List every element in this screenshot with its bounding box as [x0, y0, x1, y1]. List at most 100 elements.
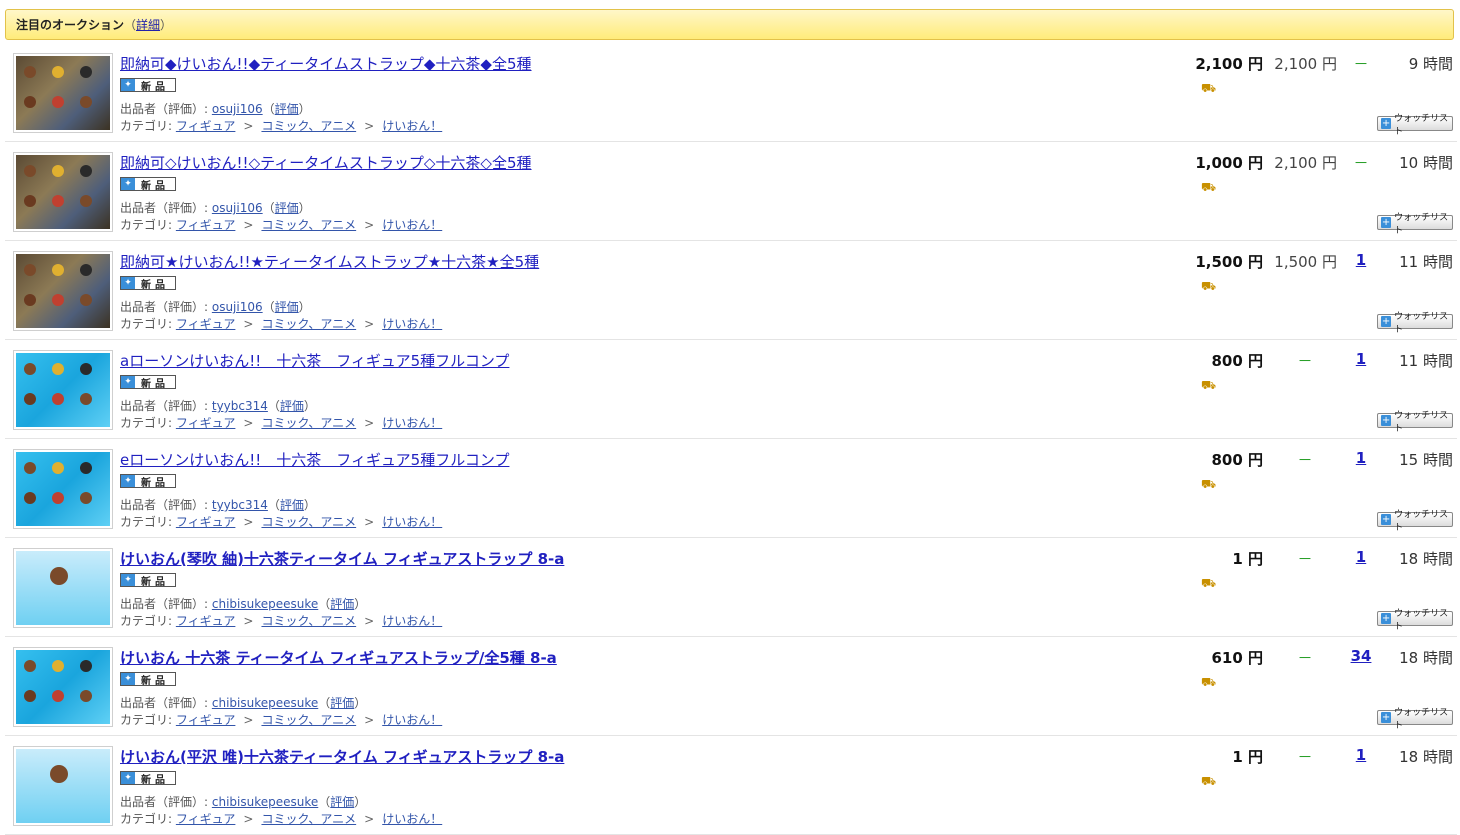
category-link[interactable]: けいおん！: [382, 515, 442, 529]
time-remaining: 9 時間: [1408, 55, 1453, 73]
rating-close: ）: [303, 399, 316, 413]
item-title-link[interactable]: けいおん 十六茶 ティータイム フィギュアストラップ/全5種 8-a: [120, 647, 557, 668]
figure-mark: [24, 165, 36, 177]
category-link[interactable]: コミック、アニメ: [261, 713, 356, 727]
item-title-link[interactable]: 即納可◆けいおん!!◆ティータイムストラップ◆十六茶◆全5種: [120, 53, 532, 74]
category-link[interactable]: フィギュア: [176, 713, 236, 727]
seller-link[interactable]: tyybc314: [212, 399, 268, 413]
bid-count[interactable]: 1: [1341, 548, 1381, 566]
rating-link[interactable]: 評価: [330, 597, 354, 611]
seller-link[interactable]: osuji106: [212, 201, 263, 215]
item-thumbnail[interactable]: [13, 152, 113, 232]
rating-link[interactable]: 評価: [280, 399, 304, 413]
new-icon: ✦: [121, 277, 135, 289]
rating-link[interactable]: 評価: [330, 696, 354, 710]
category-link[interactable]: けいおん！: [382, 812, 442, 826]
category-link[interactable]: フィギュア: [176, 416, 236, 430]
bid-count: －: [1353, 154, 1369, 172]
figure-mark: [52, 165, 64, 177]
header-title: 注目のオークション: [16, 18, 125, 32]
category-link[interactable]: けいおん！: [382, 317, 442, 331]
figure-mark: [80, 660, 92, 672]
current-price: 2,100 円: [1195, 55, 1263, 73]
category-link[interactable]: けいおん！: [382, 119, 442, 133]
category-link[interactable]: けいおん！: [382, 416, 442, 430]
header-detail-link[interactable]: 詳細: [136, 16, 160, 33]
seller-line: 出品者（評価）: chibisukepeesuke（評価）: [120, 694, 366, 711]
item-title-link[interactable]: 即納可◇けいおん!!◇ティータイムストラップ◇十六茶◇全5種: [120, 152, 532, 173]
item-title-link[interactable]: aローソンけいおん!! 十六茶 フィギュア5種フルコンプ: [120, 350, 509, 371]
item-title-link[interactable]: けいおん(琴吹 紬)十六茶ティータイム フィギュアストラップ 8-a: [120, 548, 564, 569]
seller-link[interactable]: osuji106: [212, 102, 263, 116]
add-watchlist-button[interactable]: + ウォッチリスト: [1377, 411, 1453, 434]
badge-label: 新品: [141, 378, 169, 390]
bid-count[interactable]: 1: [1341, 449, 1381, 467]
category-link[interactable]: フィギュア: [176, 515, 236, 529]
item-thumbnail[interactable]: [13, 449, 113, 529]
bid-count[interactable]: 34: [1341, 647, 1381, 665]
category-link[interactable]: けいおん！: [382, 218, 442, 232]
shipping-icon: ⛟: [1201, 774, 1217, 788]
rating-open: （: [267, 498, 280, 512]
seller-prefix: 出品者（評価）:: [120, 597, 212, 611]
item-title-link[interactable]: eローソンけいおん!! 十六茶 フィギュア5種フルコンプ: [120, 449, 509, 470]
category-link[interactable]: コミック、アニメ: [261, 614, 356, 628]
category-link[interactable]: フィギュア: [176, 614, 236, 628]
item-title-link[interactable]: けいおん(平沢 唯)十六茶ティータイム フィギュアストラップ 8-a: [120, 746, 564, 767]
rating-link[interactable]: 評価: [330, 795, 354, 809]
category-link[interactable]: コミック、アニメ: [261, 218, 356, 232]
add-watchlist-button[interactable]: + ウォッチリスト: [1377, 708, 1453, 731]
auction-row: けいおん(琴吹 紬)十六茶ティータイム フィギュアストラップ 8-a ✦ 新品 出品者…: [5, 538, 1457, 637]
category-link[interactable]: フィギュア: [176, 218, 236, 232]
category-link[interactable]: コミック、アニメ: [261, 317, 356, 331]
add-watchlist-button[interactable]: + ウォッチリスト: [1377, 312, 1453, 335]
category-link[interactable]: けいおん！: [382, 614, 442, 628]
item-thumbnail[interactable]: [13, 350, 113, 430]
seller-link[interactable]: chibisukepeesuke: [212, 795, 318, 809]
seller-link[interactable]: tyybc314: [212, 498, 268, 512]
breadcrumb-separator: >: [243, 317, 254, 331]
add-watchlist-button[interactable]: + ウォッチリスト: [1377, 213, 1453, 236]
rating-close: ）: [298, 102, 311, 116]
bid-count[interactable]: 1: [1341, 350, 1381, 368]
category-link[interactable]: フィギュア: [176, 119, 236, 133]
time-remaining: 18 時間: [1399, 550, 1453, 568]
rating-link[interactable]: 評価: [275, 201, 299, 215]
category-link[interactable]: フィギュア: [176, 317, 236, 331]
seller-link[interactable]: chibisukepeesuke: [212, 597, 318, 611]
item-thumbnail[interactable]: [13, 53, 113, 133]
figure-mark: [24, 195, 36, 207]
auction-row: けいおん 十六茶 ティータイム フィギュアストラップ/全5種 8-a ✦ 新品 出品者…: [5, 637, 1457, 736]
category-link[interactable]: フィギュア: [176, 812, 236, 826]
rating-link[interactable]: 評価: [275, 300, 299, 314]
item-image: [16, 155, 110, 229]
figure-mark: [24, 363, 36, 375]
seller-link[interactable]: osuji106: [212, 300, 263, 314]
time-remaining: 11 時間: [1399, 253, 1453, 271]
category-link[interactable]: コミック、アニメ: [261, 515, 356, 529]
category-link[interactable]: けいおん！: [382, 713, 442, 727]
add-watchlist-button[interactable]: + ウォッチリスト: [1377, 510, 1453, 533]
plus-icon: +: [1381, 415, 1392, 426]
item-thumbnail[interactable]: [13, 251, 113, 331]
rating-link[interactable]: 評価: [280, 498, 304, 512]
item-thumbnail[interactable]: [13, 647, 113, 727]
current-price: 800 円: [1211, 352, 1263, 370]
seller-link[interactable]: chibisukepeesuke: [212, 696, 318, 710]
bid-count[interactable]: 1: [1341, 746, 1381, 764]
buynow-price: －: [1297, 550, 1313, 568]
category-link[interactable]: コミック、アニメ: [261, 119, 356, 133]
item-thumbnail[interactable]: [13, 746, 113, 826]
new-item-badge: ✦ 新品: [120, 771, 176, 786]
add-watchlist-button[interactable]: + ウォッチリスト: [1377, 609, 1453, 632]
add-watchlist-button[interactable]: + ウォッチリスト: [1377, 114, 1453, 137]
buynow-price: －: [1297, 451, 1313, 469]
item-thumbnail[interactable]: [13, 548, 113, 628]
category-link[interactable]: コミック、アニメ: [261, 812, 356, 826]
bid-count[interactable]: 1: [1341, 251, 1381, 269]
breadcrumb-separator: >: [364, 614, 375, 628]
item-title-link[interactable]: 即納可★けいおん!!★ティータイムストラップ★十六茶★全5種: [120, 251, 539, 272]
rating-link[interactable]: 評価: [275, 102, 299, 116]
category-link[interactable]: コミック、アニメ: [261, 416, 356, 430]
seller-prefix: 出品者（評価）:: [120, 399, 212, 413]
